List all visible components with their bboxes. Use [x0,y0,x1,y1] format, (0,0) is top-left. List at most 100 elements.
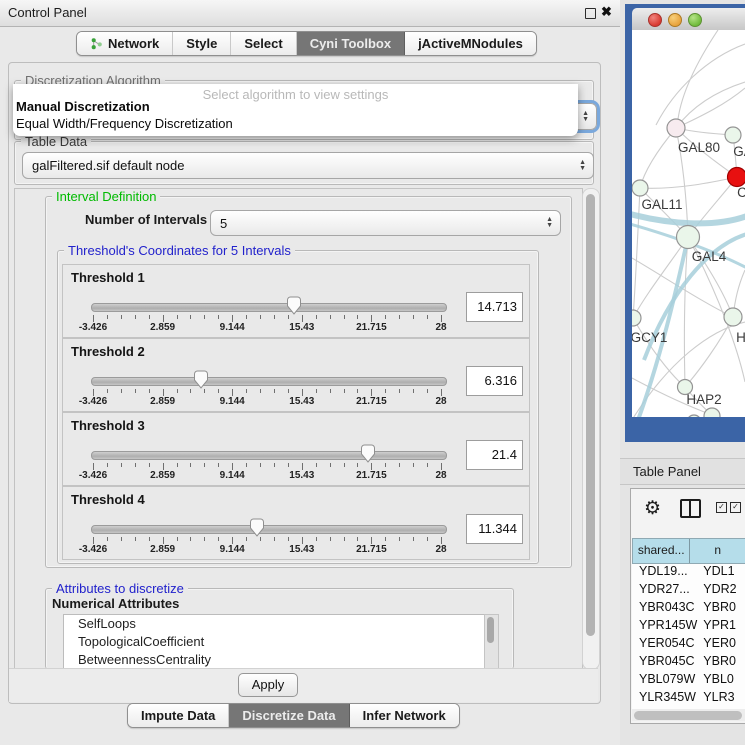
network-node-c[interactable] [728,168,745,187]
shared-name-cell: YBR043C [632,600,700,618]
close-icon[interactable]: ✖ [601,4,612,20]
slider-tick [288,463,289,467]
table-panel-card: ⚙ ✓ ✓ shared... n YDL19...YDL1YDR27...YD… [630,488,745,724]
slider-tick [316,389,317,393]
name-cell: YBL0 [700,672,745,690]
float-window-icon[interactable] [585,8,596,19]
network-canvas[interactable]: GAL80GACGAL11GAL4GCY1HHAP2 [632,30,745,417]
network-node-gcy1[interactable] [632,310,641,326]
slider-tick [177,315,178,319]
slider-tick [385,315,386,319]
threshold-slider-track[interactable] [91,451,447,460]
table-data-combo[interactable]: galFiltered.sif default node ▲▼ [22,152,594,179]
slider-tick [135,389,136,393]
slider-tick [107,463,108,467]
number-of-intervals-label: Number of Intervals [85,212,207,227]
algorithm-option[interactable]: Equal Width/Frequency Discretization [16,116,233,131]
column-header-shared-name[interactable]: shared... [633,539,690,563]
number-of-intervals-combo[interactable]: 5 ▲▼ [210,210,561,236]
threshold-value-field[interactable]: 11.344 [466,514,523,544]
tab-jactivemnodules[interactable]: jActiveMNodules [405,32,536,55]
table-row[interactable]: YDL19...YDL1 [632,564,745,582]
slider-tick-label: -3.426 [79,322,107,333]
network-node[interactable] [687,415,701,417]
threshold-slider-thumb[interactable] [286,296,302,315]
attributes-list-scrollbar[interactable] [484,614,499,670]
split-columns-icon[interactable] [680,499,701,518]
algorithm-option[interactable]: Manual Discretization [16,99,150,114]
table-row[interactable]: YDR27...YDR2 [632,582,745,600]
threshold-slider-track[interactable] [91,377,447,386]
slider-tick-label: -3.426 [79,470,107,481]
minimize-traffic-light-icon[interactable] [668,13,682,27]
slider-tick [274,463,275,467]
table-row[interactable]: YBR043CYBR0 [632,600,745,618]
tab-discretize-data[interactable]: Discretize Data [229,704,349,727]
slider-tick [190,463,191,467]
tab-label: Impute Data [141,708,215,723]
checkbox-icon[interactable]: ✓ [716,502,727,513]
column-header-name[interactable]: n [690,539,745,563]
slider-tick [330,315,331,319]
numerical-attributes-list[interactable]: SelfLoopsTopologicalCoefficientBetweenne… [63,614,485,670]
horizontal-scrollbar[interactable] [632,709,745,721]
horizontal-scrollbar-thumb[interactable] [634,711,742,720]
network-node-gal11[interactable] [632,180,648,196]
zoom-traffic-light-icon[interactable] [688,13,702,27]
slider-tick [121,315,122,319]
slider-tick [135,463,136,467]
table-row[interactable]: YBR045CYBR0 [632,654,745,672]
node-table-rows: YDL19...YDL1YDR27...YDR2YBR043CYBR0YPR14… [632,564,745,710]
page-title: Control Panel [8,0,87,26]
attribute-list-item[interactable]: BetweennessCentrality [64,651,484,669]
slider-tick [163,537,164,544]
slider-tick [246,389,247,393]
threshold-label: Threshold 1 [71,270,145,285]
slider-tick [274,389,275,393]
tab-cyni-toolbox[interactable]: Cyni Toolbox [297,32,405,55]
threshold-slider-thumb[interactable] [360,444,376,463]
slider-tick [204,463,205,467]
close-traffic-light-icon[interactable] [648,13,662,27]
threshold-slider-thumb[interactable] [249,518,265,537]
vertical-scrollbar[interactable] [582,188,600,670]
table-row[interactable]: YER054CYER0 [632,636,745,654]
slider-tick-label: 15.43 [289,470,314,481]
slider-tick [441,463,442,470]
attribute-list-item[interactable]: SelfLoops [64,615,484,633]
tab-impute-data[interactable]: Impute Data [128,704,229,727]
tab-network[interactable]: Network [77,32,173,55]
network-node-gal80[interactable] [667,119,685,137]
threshold-row: Threshold 1 14.713 -3.4262.8599.14415.43… [62,264,530,338]
table-row[interactable]: YBL079WYBL0 [632,672,745,690]
threshold-value-field[interactable]: 14.713 [466,292,523,322]
threshold-value-field[interactable]: 6.316 [466,366,523,396]
table-row[interactable]: YPR145WYPR1 [632,618,745,636]
vertical-scrollbar-thumb[interactable] [586,194,595,636]
threshold-value-field[interactable]: 21.4 [466,440,523,470]
tab-label: Discretize Data [242,708,335,723]
gear-icon[interactable]: ⚙ [644,497,661,520]
slider-tick [121,463,122,467]
checkbox-icon[interactable]: ✓ [730,502,741,513]
slider-tick [371,389,372,396]
threshold-slider-thumb[interactable] [193,370,209,389]
table-row[interactable]: YLR345WYLR3 [632,690,745,708]
slider-tick-label: 15.43 [289,544,314,555]
slider-tick [330,463,331,467]
threshold-label: Threshold 4 [71,492,145,507]
slider-tick [344,537,345,541]
threshold-slider-track[interactable] [91,525,447,534]
apply-button[interactable]: Apply [238,673,298,697]
tab-style[interactable]: Style [173,32,231,55]
tab-infer-network[interactable]: Infer Network [350,704,459,727]
name-cell: YDR2 [700,582,745,600]
threshold-slider-track[interactable] [91,303,447,312]
network-node-h[interactable] [724,308,742,326]
table-panel-title: Table Panel [633,459,701,484]
tab-select[interactable]: Select [231,32,296,55]
network-node-ga[interactable] [725,127,741,143]
attributes-list-scrollbar-thumb[interactable] [487,617,494,643]
attribute-list-item[interactable]: TopologicalCoefficient [64,633,484,651]
network-node-gal4[interactable] [677,226,700,249]
